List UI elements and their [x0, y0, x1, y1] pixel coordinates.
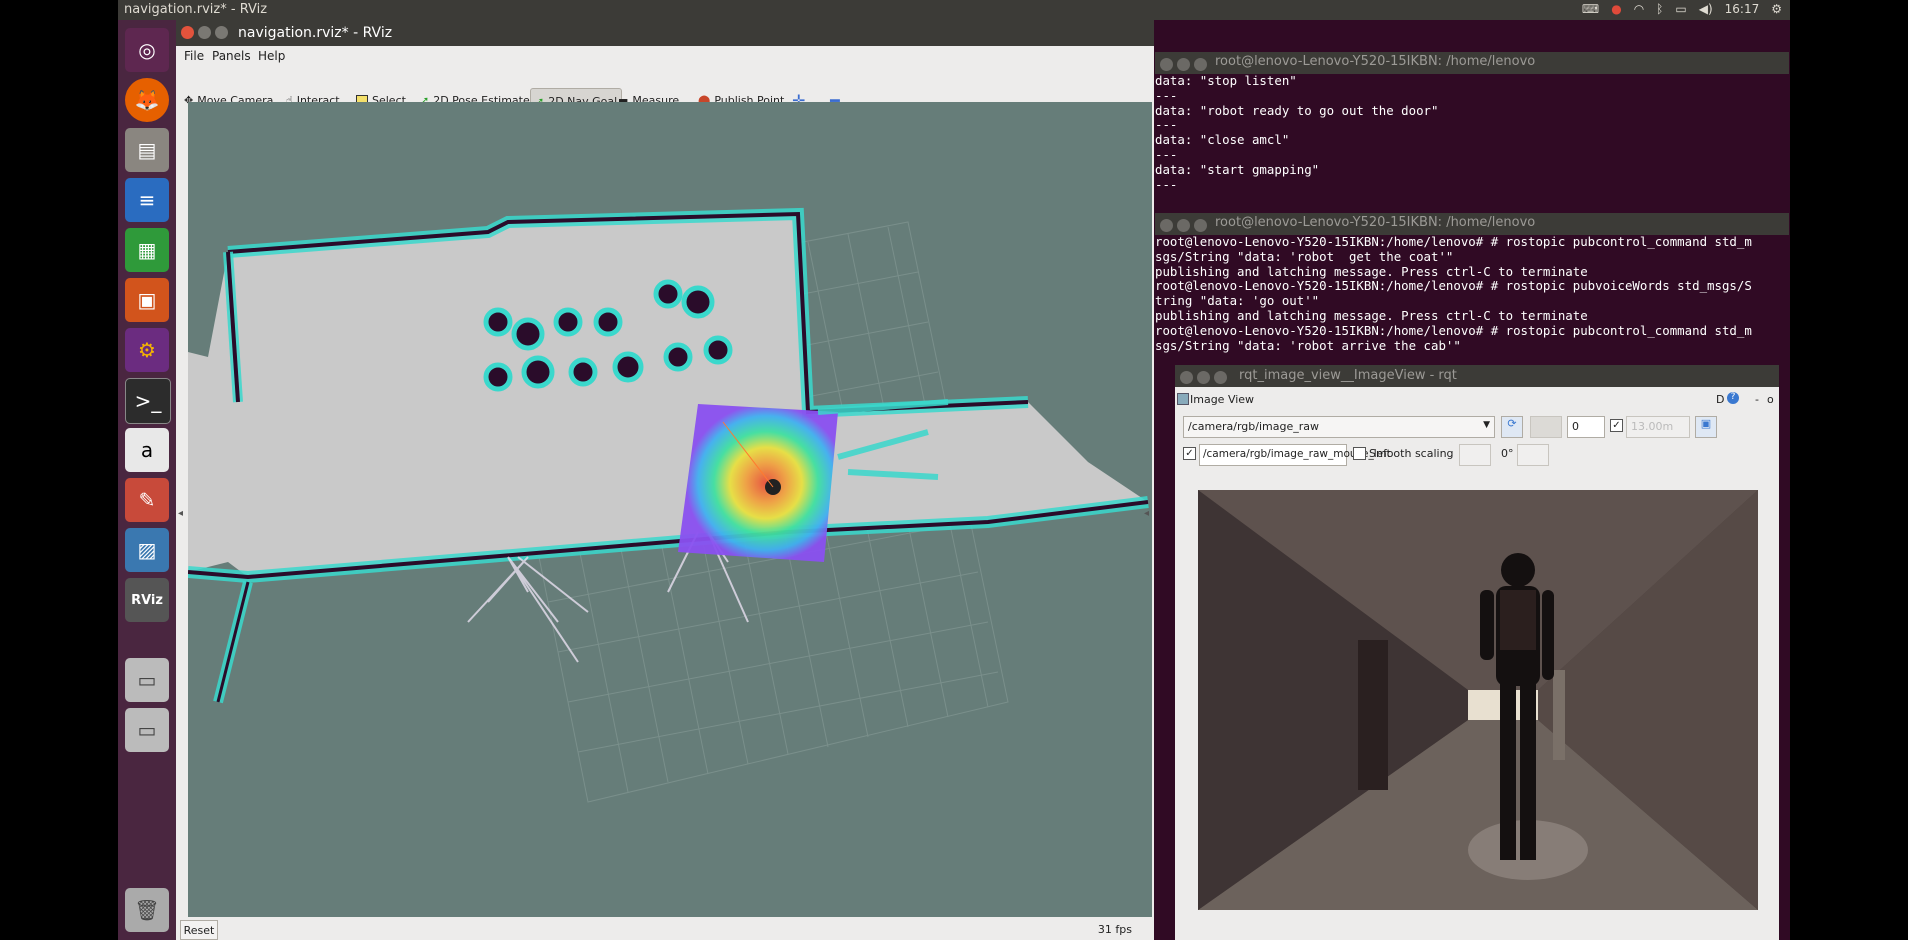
minimize-icon[interactable] — [1197, 371, 1210, 384]
smooth-scaling-label: Smooth scaling — [1369, 447, 1454, 460]
rotation-label: 0° — [1501, 447, 1514, 460]
terminal-title: root@lenovo-Lenovo-Y520-15IKBN: /home/le… — [1215, 215, 1536, 230]
maximize-icon[interactable] — [1194, 58, 1207, 71]
rotate-left-button[interactable] — [1459, 444, 1491, 466]
minimize-icon[interactable] — [1177, 58, 1190, 71]
rviz-window[interactable]: navigation.rviz* - RViz File Panels Help… — [176, 20, 1154, 940]
publish-click-checkbox[interactable]: ✓ — [1183, 447, 1196, 460]
rotate-right-button[interactable] — [1517, 444, 1549, 466]
menu-help[interactable]: Help — [258, 49, 285, 63]
terminal-window-2[interactable]: root@lenovo-Lenovo-Y520-15IKBN: /home/le… — [1155, 213, 1789, 365]
terminal-titlebar[interactable]: root@lenovo-Lenovo-Y520-15IKBN: /home/le… — [1155, 52, 1789, 74]
wifi-icon[interactable]: ◠ — [1634, 2, 1644, 16]
system-tray: ⌨ ● ◠ ᛒ ▭ ◀) 16:17 ⚙ — [1582, 2, 1782, 16]
ubuntu-software-icon[interactable]: ⚙ — [125, 328, 169, 372]
maximize-icon[interactable] — [1214, 371, 1227, 384]
files-icon[interactable]: ▤ — [125, 128, 169, 172]
image-view-panel-header: Image View D ? - o — [1175, 391, 1779, 409]
battery-icon[interactable]: ▭ — [1675, 2, 1686, 16]
menu-file[interactable]: File — [184, 49, 204, 63]
image-view-icon — [1177, 393, 1189, 405]
active-window-title: navigation.rviz* - RViz — [124, 2, 268, 17]
terminal-title: root@lenovo-Lenovo-Y520-15IKBN: /home/le… — [1215, 54, 1536, 69]
system-settings-icon[interactable]: ✎ — [125, 478, 169, 522]
image-viewer-icon[interactable]: ▨ — [125, 528, 169, 572]
writer-icon[interactable]: ≡ — [125, 178, 169, 222]
keyboard-icon[interactable]: ⌨ — [1582, 2, 1599, 16]
launcher: ◎ 🦊 ▤ ≡ ▦ ▣ ⚙ >_ a ✎ ▨ RViz ▭ ▭ 🗑 — [118, 20, 176, 940]
rqt-titlebar[interactable]: rqt_image_view__ImageView - rqt — [1175, 365, 1779, 387]
save-image-button[interactable]: ▣ — [1695, 416, 1717, 438]
smooth-scaling-checkbox[interactable] — [1353, 447, 1366, 460]
panel-title: Image View — [1190, 393, 1255, 406]
drive-icon[interactable]: ▭ — [125, 708, 169, 752]
maximize-icon[interactable] — [215, 26, 228, 39]
dynamic-range-checkbox[interactable]: ✓ — [1610, 419, 1623, 432]
ubuntu-logo-icon[interactable]: ◎ — [125, 28, 169, 72]
refresh-topics-button[interactable]: ⟳ — [1501, 416, 1523, 438]
trash-icon[interactable]: 🗑 — [125, 888, 169, 932]
firefox-icon[interactable]: 🦊 — [125, 78, 169, 122]
camera-image[interactable] — [1198, 490, 1758, 910]
fps-readout: 31 fps — [1097, 923, 1132, 936]
bluetooth-icon[interactable]: ᛒ — [1656, 2, 1663, 16]
rviz-icon[interactable]: RViz — [125, 578, 169, 622]
calc-icon[interactable]: ▦ — [125, 228, 169, 272]
terminal-icon[interactable]: >_ — [125, 378, 171, 424]
terminal-titlebar[interactable]: root@lenovo-Lenovo-Y520-15IKBN: /home/le… — [1155, 213, 1789, 235]
reset-button[interactable]: Reset — [180, 920, 218, 940]
close-icon[interactable] — [1160, 219, 1173, 232]
hallway-photo — [1198, 490, 1758, 910]
zoom-fit-button[interactable] — [1530, 416, 1562, 438]
smooth-spinbox[interactable]: 0 — [1567, 416, 1605, 438]
amazon-icon[interactable]: a — [125, 428, 169, 472]
maximize-icon[interactable] — [1194, 219, 1207, 232]
rviz-window-title: navigation.rviz* - RViz — [238, 25, 393, 41]
left-panel-toggle-icon[interactable]: ◂ — [178, 508, 183, 519]
3d-viewport[interactable] — [188, 102, 1152, 917]
terminal-output: data: "stop listen" --- data: "robot rea… — [1155, 73, 1439, 192]
screen-border-right — [1790, 0, 1908, 940]
rviz-statusbar: Reset 31 fps — [176, 918, 1154, 940]
minimize-icon[interactable] — [198, 26, 211, 39]
terminal-output: root@lenovo-Lenovo-Y520-15IKBN:/home/len… — [1155, 234, 1752, 353]
save-icon: ▣ — [1700, 417, 1712, 430]
topic-select[interactable]: /camera/rgb/image_raw ▼ — [1183, 416, 1495, 438]
minimize-panel-icon[interactable]: - — [1755, 393, 1759, 406]
menu-panels[interactable]: Panels — [212, 49, 251, 63]
minimize-icon[interactable] — [1177, 219, 1190, 232]
top-panel: navigation.rviz* - RViz ⌨ ● ◠ ᛒ ▭ ◀) 16:… — [118, 0, 1790, 20]
terminal-window-1[interactable]: root@lenovo-Lenovo-Y520-15IKBN: /home/le… — [1155, 52, 1789, 258]
rqt-window-title: rqt_image_view__ImageView - rqt — [1239, 368, 1457, 383]
clock[interactable]: 16:17 — [1725, 2, 1760, 16]
dock-button[interactable]: D — [1716, 393, 1724, 406]
rqt-window[interactable]: rqt_image_view__ImageView - rqt Image Vi… — [1175, 365, 1779, 940]
rviz-titlebar[interactable]: navigation.rviz* - RViz — [176, 20, 1154, 46]
volume-icon[interactable]: ◀) — [1699, 2, 1713, 16]
camera-icon[interactable]: ● — [1611, 2, 1621, 16]
max-range-input[interactable]: 13.00m — [1626, 416, 1690, 438]
close-panel-icon[interactable]: o — [1767, 393, 1774, 406]
impress-icon[interactable]: ▣ — [125, 278, 169, 322]
local-costmap — [678, 404, 838, 562]
close-icon[interactable] — [1160, 58, 1173, 71]
chevron-down-icon: ▼ — [1483, 420, 1490, 430]
map-render[interactable] — [188, 102, 1152, 917]
mouse-topic-input[interactable]: /camera/rgb/image_raw_mouse_left — [1199, 444, 1391, 466]
right-panel-toggle-icon[interactable]: ◂ — [1144, 508, 1149, 519]
drive-icon[interactable]: ▭ — [125, 658, 169, 702]
refresh-icon: ⟳ — [1507, 417, 1517, 430]
close-icon[interactable] — [1180, 371, 1193, 384]
help-icon[interactable]: ? — [1727, 392, 1739, 404]
rviz-menubar: File Panels Help — [176, 46, 1154, 66]
power-gear-icon[interactable]: ⚙ — [1771, 2, 1782, 16]
screen-border-left — [0, 0, 118, 940]
close-icon[interactable] — [181, 26, 194, 39]
